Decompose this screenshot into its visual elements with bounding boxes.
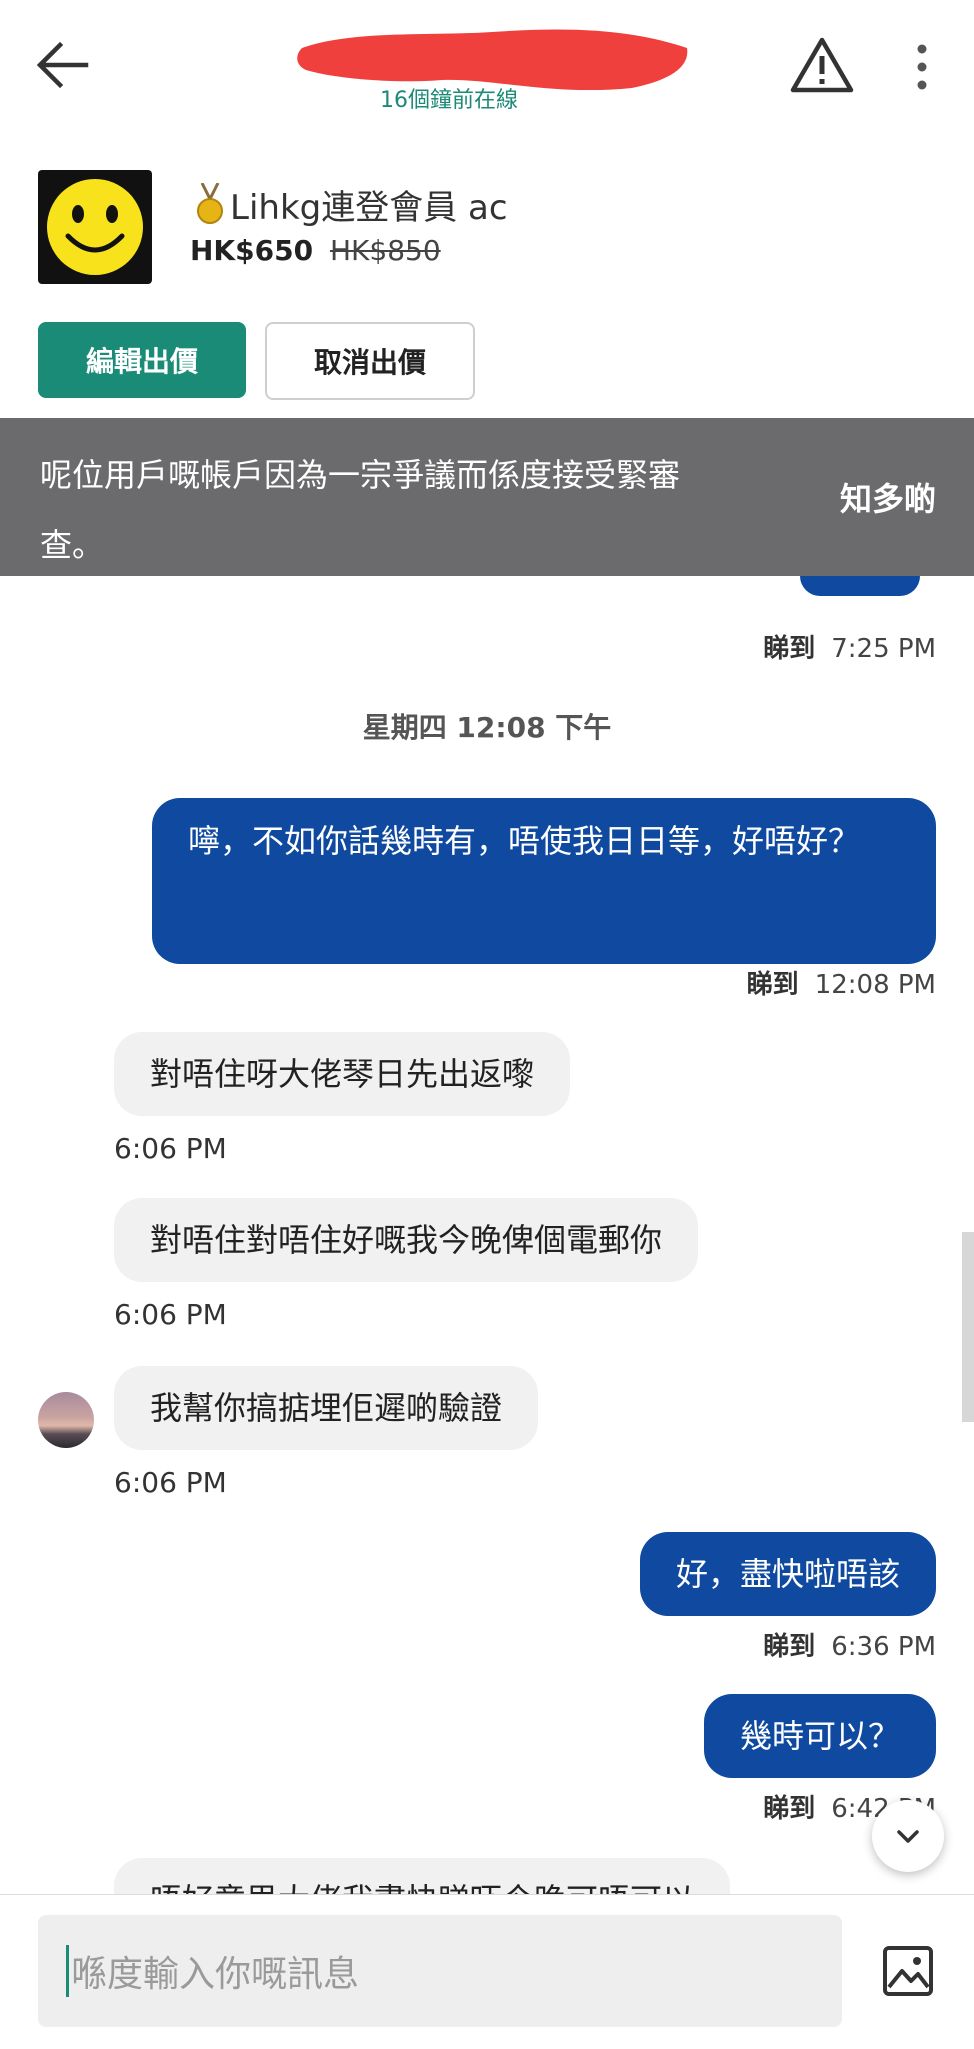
message-bubble-outgoing: [800, 576, 920, 596]
attach-image-button[interactable]: [880, 1943, 936, 1999]
edit-offer-button[interactable]: 編輯出價: [38, 322, 246, 398]
image-icon: [883, 1946, 933, 1996]
date-separator: 星期四 12:08 下午: [362, 711, 612, 744]
text-caret: [66, 1945, 69, 1997]
account-review-banner: 呢位用戶嘅帳戶因為一宗爭議而係度接受緊審查。 知多啲: [0, 418, 974, 576]
message-time: 6:36 PM: [831, 1632, 936, 1662]
message-meta: 睇到 12:08 PM: [747, 964, 936, 1001]
banner-text: 呢位用戶嘅帳戶因為一宗爭議而係度接受緊審查。: [40, 456, 681, 564]
message-time: 6:06 PM: [114, 1466, 227, 1499]
message-input-placeholder: 喺度輸入你嘅訊息: [71, 1954, 360, 1995]
chat-thread[interactable]: 睇到 7:25 PM 星期四 12:08 下午 嚀，不如你話幾時有，唔使我日日等，…: [0, 576, 974, 1894]
listing-summary: Lihkg連登會員 ac HK$650 HK$850 編輯出價 取消出價: [0, 150, 974, 415]
message-bubble-outgoing[interactable]: 嚀，不如你話幾時有，唔使我日日等，好唔好？: [152, 798, 936, 964]
medal-icon: [197, 183, 223, 224]
chevron-down-icon: [897, 1830, 919, 1843]
message-time: 7:25 PM: [831, 634, 936, 664]
listing-title[interactable]: Lihkg連登會員 ac: [230, 180, 508, 229]
message-bubble-outgoing[interactable]: 幾時可以？: [703, 1694, 936, 1778]
message-meta: 睇到 7:25 PM: [763, 628, 936, 665]
message-bubble-incoming[interactable]: 對唔住呀大佬琴日先出返嚟: [114, 1032, 571, 1116]
more-vertical-icon: [917, 44, 927, 90]
top-bar: 16個鐘前在線: [0, 0, 974, 150]
message-time: 6:06 PM: [114, 1298, 227, 1331]
listing-thumbnail[interactable]: [38, 170, 152, 284]
redaction-mark: [297, 29, 688, 91]
message-time: 12:08 PM: [814, 970, 936, 1000]
avatar[interactable]: [38, 1392, 94, 1448]
original-price: HK$850: [329, 234, 441, 267]
message-time: 6:06 PM: [114, 1132, 227, 1165]
warning-triangle-icon: [790, 37, 854, 93]
message-bubble-incoming[interactable]: 對唔住對唔住好嘅我今晚俾個電郵你: [114, 1198, 699, 1282]
back-button[interactable]: [30, 35, 100, 95]
seen-label: 睇到: [763, 1794, 816, 1824]
scroll-to-bottom-button[interactable]: [872, 1800, 944, 1872]
report-button[interactable]: [788, 34, 856, 96]
more-options-button[interactable]: [902, 40, 942, 94]
composer-bar: 喺度輸入你嘅訊息: [0, 1894, 974, 2049]
seen-label: 睇到: [746, 970, 799, 1000]
message-meta: 睇到 6:36 PM: [763, 1626, 936, 1663]
scrollbar[interactable]: [962, 1232, 974, 1422]
price-row: HK$650 HK$850: [190, 234, 441, 267]
learn-more-link[interactable]: 知多啲: [840, 474, 936, 520]
current-price: HK$650: [190, 234, 314, 267]
message-input[interactable]: 喺度輸入你嘅訊息: [38, 1915, 842, 2027]
arrow-left-icon: [36, 41, 89, 89]
cancel-offer-button[interactable]: 取消出價: [265, 322, 475, 400]
message-bubble-incoming[interactable]: 我幫你搞掂埋佢遲啲驗證: [114, 1366, 539, 1450]
message-bubble-incoming[interactable]: 唔好意思大佬我盡快睇吓今晚可唔可以: [114, 1858, 731, 1894]
seen-label: 睇到: [763, 634, 816, 664]
seen-label: 睇到: [763, 1632, 816, 1662]
message-bubble-outgoing[interactable]: 好，盡快啦唔該: [639, 1532, 936, 1616]
smiley-face-icon: [47, 179, 143, 275]
